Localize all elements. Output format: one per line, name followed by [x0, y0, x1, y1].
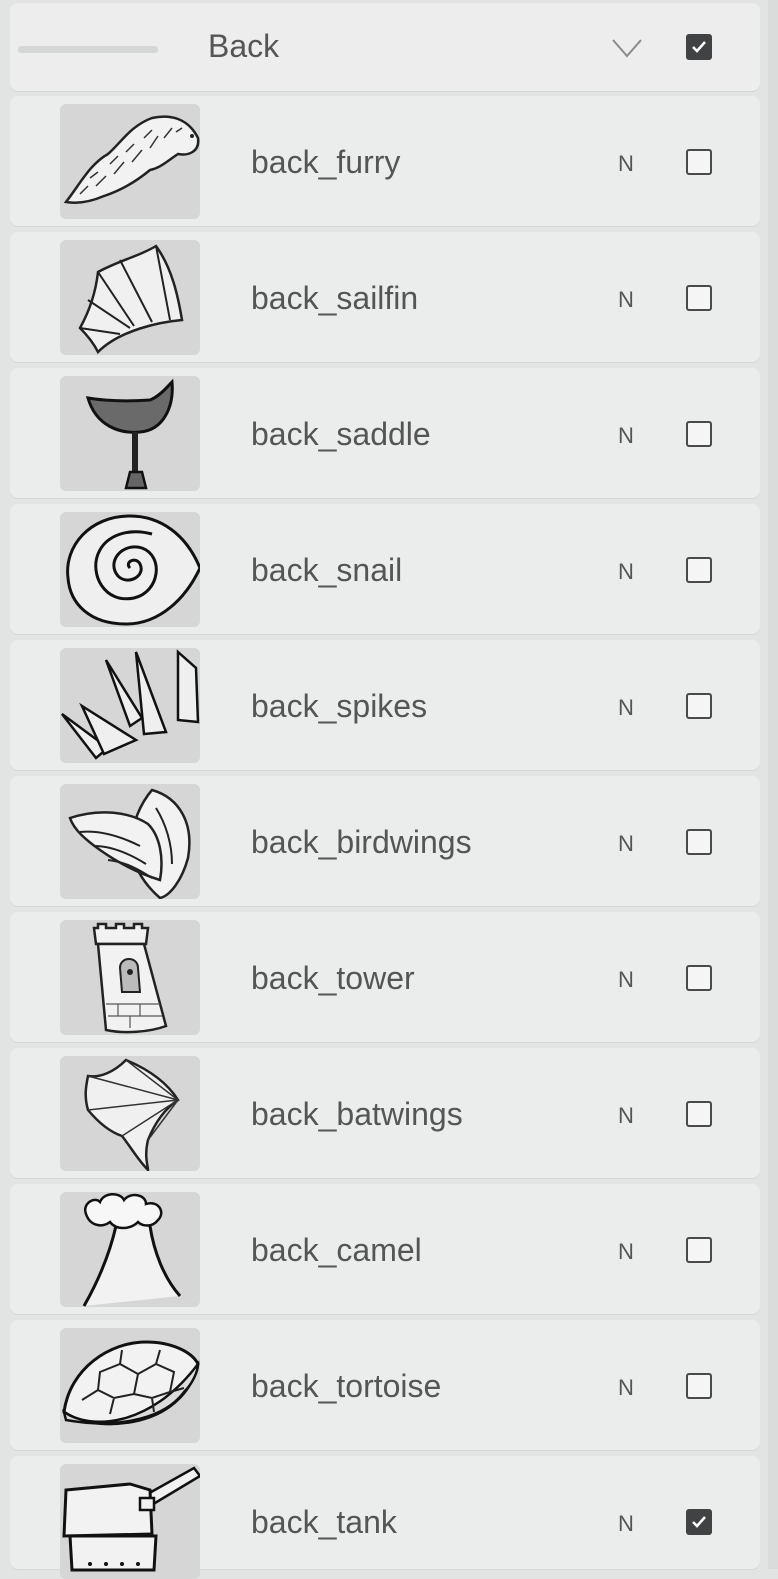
blend-mode-button[interactable]: N — [618, 1239, 634, 1265]
layer-name: back_snail — [251, 552, 403, 588]
layer-row-back-sailfin[interactable]: back_sailfin N — [10, 232, 760, 362]
drag-handle[interactable] — [18, 46, 158, 53]
blend-mode-button[interactable]: N — [618, 1375, 634, 1401]
layer-thumbnail — [60, 1328, 200, 1443]
layer-row-back-batwings[interactable]: back_batwings N — [10, 1048, 760, 1178]
layer-row-back-tortoise[interactable]: back_tortoise N — [10, 1320, 760, 1450]
blend-mode-button[interactable]: N — [618, 831, 634, 857]
snail-shell-icon — [66, 514, 200, 626]
layer-name: back_tank — [251, 1504, 397, 1540]
group-visibility-checkbox[interactable] — [686, 34, 712, 60]
blend-mode-button[interactable]: N — [618, 1511, 634, 1537]
layer-name: back_batwings — [251, 1096, 463, 1132]
layer-thumbnail — [60, 1192, 200, 1307]
blend-mode-button[interactable]: N — [618, 559, 634, 585]
layer-visibility-checkbox[interactable] — [686, 421, 712, 447]
layer-row-back-furry[interactable]: back_furry N — [10, 96, 760, 226]
bat-wing-icon — [84, 1058, 180, 1171]
tank-turret-icon — [62, 1466, 200, 1572]
fur-tuft-icon — [63, 115, 200, 204]
tortoise-shell-icon — [61, 1340, 200, 1426]
layer-thumbnail — [60, 920, 200, 1035]
layer-row-back-tower[interactable]: back_tower N — [10, 912, 760, 1042]
blend-mode-button[interactable]: N — [618, 151, 634, 177]
layer-name: back_sailfin — [251, 280, 419, 316]
layer-visibility-checkbox[interactable] — [686, 285, 712, 311]
blend-mode-button[interactable]: N — [618, 423, 634, 449]
checkmark-icon — [692, 41, 706, 53]
group-name: Back — [208, 28, 280, 64]
layer-row-back-spikes[interactable]: back_spikes N — [10, 640, 760, 770]
layer-group-header[interactable]: Back — [10, 3, 760, 91]
layer-visibility-checkbox[interactable] — [686, 1373, 712, 1399]
checkmark-icon — [692, 1516, 706, 1528]
layer-thumbnail — [60, 240, 200, 355]
layer-thumbnail — [60, 104, 200, 219]
sailfin-icon — [78, 244, 184, 355]
layer-visibility-checkbox[interactable] — [686, 829, 712, 855]
layer-visibility-checkbox[interactable] — [686, 557, 712, 583]
layer-row-back-tank[interactable]: back_tank N — [10, 1456, 760, 1579]
layer-row-back-camel[interactable]: back_camel N — [10, 1184, 760, 1314]
layer-thumbnail — [60, 1056, 200, 1171]
layer-visibility-checkbox[interactable] — [686, 965, 712, 991]
camel-hump-icon — [82, 1193, 182, 1307]
layer-thumbnail — [60, 1464, 200, 1579]
tower-icon — [92, 922, 168, 1034]
layer-name: back_saddle — [251, 416, 431, 452]
layer-visibility-checkbox[interactable] — [686, 149, 712, 175]
layer-visibility-checkbox[interactable] — [686, 1509, 712, 1535]
blend-mode-button[interactable]: N — [618, 967, 634, 993]
layer-name: back_spikes — [251, 688, 428, 724]
layer-thumbnail — [60, 784, 200, 899]
layer-visibility-checkbox[interactable] — [686, 693, 712, 719]
layer-row-back-birdwings[interactable]: back_birdwings N — [10, 776, 760, 906]
blend-mode-button[interactable]: N — [618, 287, 634, 313]
layer-row-back-snail[interactable]: back_snail N — [10, 504, 760, 634]
scrollbar-track[interactable] — [768, 0, 778, 1569]
bird-wings-icon — [68, 788, 191, 899]
layer-name: back_camel — [251, 1232, 422, 1268]
spikes-icon — [61, 649, 200, 760]
layer-name: back_tortoise — [251, 1368, 442, 1404]
layer-name: back_tower — [251, 960, 415, 996]
layer-row-back-saddle[interactable]: back_saddle N — [10, 368, 760, 498]
chevron-down-icon[interactable] — [610, 35, 644, 61]
layer-name: back_birdwings — [251, 824, 472, 860]
layer-name: back_furry — [251, 144, 401, 180]
layer-thumbnail — [60, 512, 200, 627]
layer-thumbnail — [60, 376, 200, 491]
layer-visibility-checkbox[interactable] — [686, 1237, 712, 1263]
blend-mode-button[interactable]: N — [618, 695, 634, 721]
layer-thumbnail — [60, 648, 200, 763]
blend-mode-button[interactable]: N — [618, 1103, 634, 1129]
layer-visibility-checkbox[interactable] — [686, 1101, 712, 1127]
saddle-icon — [85, 378, 174, 490]
